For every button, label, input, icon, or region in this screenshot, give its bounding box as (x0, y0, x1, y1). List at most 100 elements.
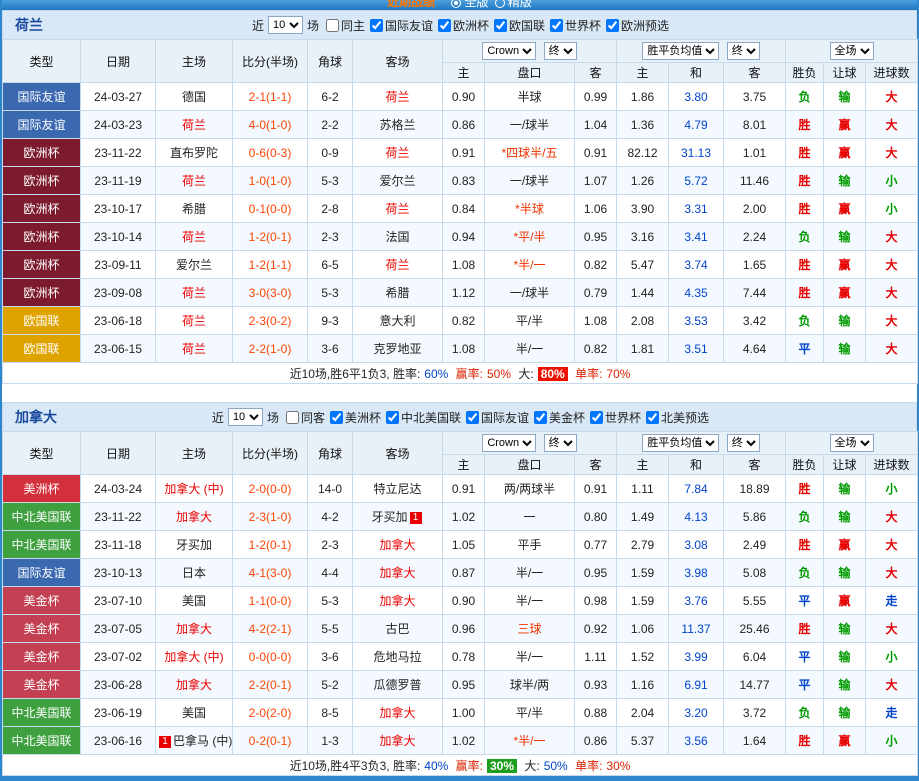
eu-time-select[interactable]: 终 (726, 42, 760, 60)
filter-checkbox-同客[interactable] (285, 410, 299, 424)
corner-score: 6-5 (307, 250, 353, 279)
match-row: 美金杯 23-07-02 加拿大 (中) 0-0(0-0) 3-6 危地马拉 0.78 半/一… (2, 642, 919, 671)
filter-checkbox-欧洲预选[interactable] (606, 18, 620, 32)
filter-checkbox-国际友谊[interactable] (369, 18, 383, 32)
eu-time-select[interactable]: 终 (726, 434, 760, 452)
goals-result-flag: 大 (865, 82, 919, 111)
filter-checkbox-中北美国联[interactable] (385, 410, 399, 424)
competition-badge: 欧洲杯 (2, 278, 81, 307)
col-type: 类型 (2, 39, 81, 83)
ah-handicap: 平/半 (484, 306, 575, 335)
team-label: 加拿大 (379, 734, 416, 748)
summary-segment: 80% (537, 366, 568, 381)
filter-中北美国联[interactable]: 中北美国联 (385, 409, 461, 426)
filter-欧洲预选[interactable]: 欧洲预选 (606, 17, 669, 34)
avg-select[interactable]: 胜平负均值 (642, 434, 720, 452)
filter-同主[interactable]: 同主 (325, 17, 365, 34)
handicap-result-flag: 输 (823, 306, 867, 335)
goals-result-flag: 大 (865, 670, 919, 699)
eu-away-odds: 1.64 (722, 726, 787, 755)
result-flag: 平 (785, 670, 825, 699)
filter-欧国联[interactable]: 欧国联 (494, 17, 545, 34)
result-flag: 负 (785, 222, 825, 251)
eu-draw-odds: 4.35 (668, 278, 724, 307)
match-count-select[interactable]: 10 (227, 408, 263, 426)
full-version-radio[interactable] (451, 0, 462, 8)
corner-score: 5-5 (307, 614, 353, 643)
ah-time-select[interactable]: 终 (543, 434, 577, 452)
eu-home-odds: 5.47 (616, 250, 669, 279)
filter-checkbox-欧国联[interactable] (494, 18, 508, 32)
col-eu-draw: 和 (668, 454, 724, 475)
filter-美洲杯[interactable]: 美洲杯 (329, 409, 381, 426)
home-team-cell: 爱尔兰 (155, 250, 233, 279)
team-label: 荷兰 (385, 202, 410, 216)
team-label: 巴拿马 (中) (173, 734, 233, 748)
eu-draw-odds: 3.74 (668, 250, 724, 279)
ah-handicap: *平/半 (484, 222, 575, 251)
filter-checkbox-世界杯[interactable] (590, 410, 604, 424)
scope-select[interactable]: 全场 (829, 42, 874, 60)
filter-checkbox-美洲杯[interactable] (329, 410, 343, 424)
scope-select[interactable]: 全场 (829, 434, 874, 452)
competition-badge: 欧洲杯 (2, 166, 81, 195)
match-date: 23-11-19 (80, 166, 156, 195)
avg-select[interactable]: 胜平负均值 (642, 42, 720, 60)
team-label: 爱尔兰 (379, 174, 416, 188)
summary-segment: 70% (606, 366, 631, 381)
red-card-badge: 1 (159, 736, 171, 748)
corner-score: 4-4 (307, 558, 353, 587)
match-date: 23-09-11 (80, 250, 156, 279)
filter-美金杯[interactable]: 美金杯 (534, 409, 585, 426)
ah-handicap: 平/半 (484, 698, 575, 727)
match-row: 中北美国联 23-11-18 牙买加 1-2(0-1) 2-3 加拿大 1.05 平手 0.77… (2, 530, 919, 559)
filter-checkbox-欧洲杯[interactable] (438, 18, 451, 32)
bookmaker-select[interactable]: Crown (482, 42, 537, 60)
corner-score: 9-3 (307, 306, 353, 335)
team-label: 苏格兰 (379, 118, 416, 132)
home-team-cell: 德国 (155, 82, 233, 111)
result-flag: 负 (785, 306, 825, 335)
ah-away-odds: 1.06 (574, 194, 617, 223)
filter-checkbox-北美预选[interactable] (646, 410, 660, 424)
ah-away-odds: 0.95 (574, 222, 617, 251)
compact-version-radio[interactable] (494, 0, 505, 8)
filter-世界杯[interactable]: 世界杯 (550, 17, 601, 34)
home-team-cell: 1 巴拿马 (中) (155, 726, 233, 755)
filter-checkbox-美金杯[interactable] (534, 410, 548, 424)
team-label: 加拿大 (175, 678, 212, 692)
filter-欧洲杯[interactable]: 欧洲杯 (438, 17, 489, 34)
eu-home-odds: 1.06 (616, 614, 669, 643)
filter-世界杯[interactable]: 世界杯 (590, 409, 641, 426)
match-score: 0-1(0-0) (232, 194, 308, 223)
goals-result-flag: 小 (865, 474, 919, 503)
ah-time-select[interactable]: 终 (543, 42, 577, 60)
filter-国际友谊[interactable]: 国际友谊 (466, 409, 529, 426)
col-away: 客场 (352, 39, 443, 83)
corner-score: 14-0 (307, 474, 353, 503)
match-score: 4-0(1-0) (232, 110, 308, 139)
filter-同客[interactable]: 同客 (285, 409, 325, 426)
match-count-select[interactable]: 10 (267, 16, 303, 34)
filter-checkbox-国际友谊[interactable] (466, 410, 479, 424)
competition-badge: 中北美国联 (2, 726, 81, 755)
home-team-cell: 加拿大 (155, 614, 233, 643)
result-flag: 胜 (785, 614, 825, 643)
eu-home-odds: 1.11 (616, 474, 669, 503)
eu-away-odds: 3.72 (722, 698, 787, 727)
filter-checkbox-同主[interactable] (325, 18, 339, 32)
team-label: 荷兰 (181, 230, 206, 244)
compact-version-label[interactable]: 精版 (508, 0, 532, 9)
team-label: 加拿大 (379, 538, 416, 552)
filter-checkbox-世界杯[interactable] (550, 18, 564, 32)
recent-records-page: 近期战绩 全版 精版 荷兰 近 10 场 同主 国际友谊 欧洲杯 欧国联 世界杯 欧洲预选 (0, 0, 919, 781)
bookmaker-select[interactable]: Crown (482, 434, 537, 452)
eu-draw-odds: 3.20 (668, 698, 724, 727)
full-version-label[interactable]: 全版 (464, 0, 488, 9)
match-date: 23-06-18 (80, 306, 156, 335)
match-row: 欧洲杯 23-11-22 直布罗陀 0-6(0-3) 0-9 荷兰 0.91 *四球半/五 0.… (2, 138, 919, 167)
eu-draw-odds: 6.91 (668, 670, 724, 699)
eu-draw-odds: 3.56 (668, 726, 724, 755)
filter-国际友谊[interactable]: 国际友谊 (369, 17, 433, 34)
filter-北美预选[interactable]: 北美预选 (646, 409, 709, 426)
